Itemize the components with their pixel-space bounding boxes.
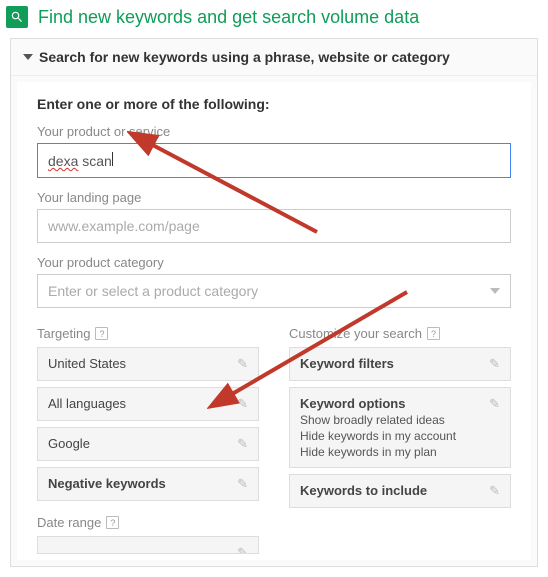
search-icon [6,6,28,28]
targeting-negative[interactable]: Negative keywords ✎ [37,467,259,501]
customize-label: Customize your search [289,326,422,341]
targeting-label: Targeting [37,326,90,341]
help-icon[interactable]: ? [106,516,119,529]
targeting-network[interactable]: Google ✎ [37,427,259,461]
page-title: Find new keywords and get search volume … [38,7,419,28]
keyword-panel: Search for new keywords using a phrase, … [10,38,538,567]
panel-toggle[interactable]: Search for new keywords using a phrase, … [11,39,537,76]
landing-label: Your landing page [37,190,511,205]
chevron-down-icon [490,288,500,294]
product-label: Your product or service [37,124,511,139]
category-select[interactable]: Enter or select a product category [37,274,511,308]
pencil-icon: ✎ [489,483,500,499]
keywords-include[interactable]: Keywords to include ✎ [289,474,511,508]
daterange-chip[interactable]: ✎ [37,536,259,554]
pencil-icon: ✎ [237,545,248,554]
category-placeholder: Enter or select a product category [48,283,258,299]
panel-heading: Search for new keywords using a phrase, … [39,49,450,65]
help-icon[interactable]: ? [95,327,108,340]
daterange-label: Date range [37,515,101,530]
pencil-icon: ✎ [489,356,500,372]
help-icon[interactable]: ? [427,327,440,340]
pencil-icon: ✎ [237,476,248,492]
targeting-language[interactable]: All languages ✎ [37,387,259,421]
keyword-filters[interactable]: Keyword filters ✎ [289,347,511,381]
keyword-options[interactable]: Keyword options Show broadly related ide… [289,387,511,468]
collapse-icon [23,54,33,60]
pencil-icon: ✎ [237,396,248,412]
targeting-location[interactable]: United States ✎ [37,347,259,381]
pencil-icon: ✎ [237,356,248,372]
intro-text: Enter one or more of the following: [37,96,511,112]
pencil-icon: ✎ [237,436,248,452]
pencil-icon: ✎ [489,396,500,412]
category-label: Your product category [37,255,511,270]
product-input[interactable]: dexa scan [37,143,511,178]
landing-input[interactable] [37,209,511,243]
